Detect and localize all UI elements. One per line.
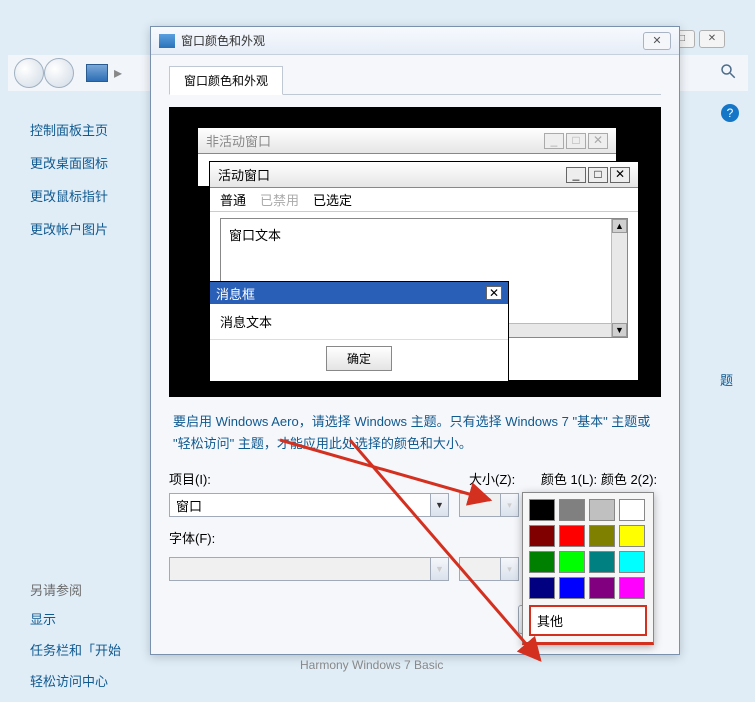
color-cell[interactable]	[619, 577, 645, 599]
preview-max-button: □	[566, 133, 586, 149]
sidebar-link-account-picture[interactable]: 更改帐户图片	[30, 219, 130, 238]
see-also-header: 另请参阅	[30, 580, 140, 599]
other-colors-button[interactable]: 其他	[529, 605, 647, 636]
color-cell[interactable]	[529, 551, 555, 573]
breadcrumb-separator: ▸	[114, 63, 122, 83]
inactive-title-text: 非活动窗口	[206, 131, 271, 150]
color-cell[interactable]	[529, 499, 555, 521]
back-button[interactable]	[14, 58, 44, 88]
preview-message-box: 消息框 ✕ 消息文本 确定	[209, 281, 509, 382]
preview-area: 非活动窗口 _ □ ✕ 活动窗口 _ □ ✕ 普通 已禁用	[169, 107, 661, 397]
color-cell[interactable]	[619, 499, 645, 521]
preview-min-button: _	[544, 133, 564, 149]
color-cell[interactable]	[619, 551, 645, 573]
see-also: 另请参阅 显示 任务栏和「开始 轻松访问中心	[30, 580, 140, 702]
color-cell[interactable]	[619, 525, 645, 547]
color-cell[interactable]	[529, 577, 555, 599]
dialog-icon	[159, 34, 175, 48]
dialog-title: 窗口颜色和外观	[181, 32, 643, 49]
size-label: 大小(Z):	[469, 469, 539, 488]
color-cell[interactable]	[559, 577, 585, 599]
preview-menu-bar: 普通 已禁用 已选定	[210, 188, 638, 212]
preview-max-button: □	[588, 167, 608, 183]
forward-button[interactable]	[44, 58, 74, 88]
item-combo[interactable]: 窗口 ▼	[169, 493, 449, 517]
color-cell[interactable]	[589, 499, 615, 521]
help-icon[interactable]: ?	[721, 104, 739, 122]
bg-close-button[interactable]: ✕	[699, 30, 725, 48]
see-also-ease-of-access[interactable]: 轻松访问中心	[30, 671, 140, 690]
msgbox-title: 消息框	[216, 284, 255, 303]
dialog-titlebar[interactable]: 窗口颜色和外观 ✕	[151, 27, 679, 55]
color-picker-popup: 其他	[522, 492, 654, 645]
color1-label: 颜色 1(L):	[539, 469, 599, 488]
chevron-down-icon: ▼	[430, 494, 448, 516]
search-icon[interactable]	[719, 62, 739, 82]
preview-close-button: ✕	[610, 167, 630, 183]
color-cell[interactable]	[559, 525, 585, 547]
font-size-spinner: ▾	[459, 557, 519, 581]
sidebar-home-link[interactable]: 控制面板主页	[30, 120, 130, 139]
msgbox-ok-button: 确定	[326, 346, 392, 371]
tab-appearance[interactable]: 窗口颜色和外观	[169, 66, 283, 95]
item-combo-value: 窗口	[176, 496, 202, 515]
see-also-display[interactable]: 显示	[30, 609, 140, 628]
msgbox-text: 消息文本	[210, 304, 508, 339]
size-spinner: ▾	[459, 493, 519, 517]
active-title-text: 活动窗口	[218, 165, 270, 184]
preview-window-text: 窗口文本	[229, 228, 281, 243]
dialog-close-button[interactable]: ✕	[643, 32, 671, 50]
item-label: 项目(I):	[169, 469, 469, 488]
tab-strip: 窗口颜色和外观	[169, 65, 661, 95]
sidebar-link-mouse-pointer[interactable]: 更改鼠标指针	[30, 186, 130, 205]
control-panel-icon	[86, 64, 108, 82]
description-text: 要启用 Windows Aero，请选择 Windows 主题。只有选择 Win…	[173, 411, 657, 455]
color-cell[interactable]	[559, 551, 585, 573]
menu-normal: 普通	[220, 190, 246, 209]
preview-vscrollbar: ▲▼	[611, 219, 627, 337]
color-cell[interactable]	[589, 551, 615, 573]
color-cell[interactable]	[589, 525, 615, 547]
spinner-arrows-icon: ▾	[500, 494, 518, 516]
menu-selected: 已选定	[313, 190, 352, 209]
msgbox-close: ✕	[486, 286, 502, 300]
truncated-link[interactable]: 题	[720, 370, 733, 389]
preview-close-button: ✕	[588, 133, 608, 149]
sidebar-link-desktop-icons[interactable]: 更改桌面图标	[30, 153, 130, 172]
color-cell[interactable]	[559, 499, 585, 521]
color-cell[interactable]	[529, 525, 555, 547]
preview-min-button: _	[566, 167, 586, 183]
theme-names-text: Harmony Windows 7 Basic	[300, 658, 443, 672]
color2-label: 颜色 2(2):	[599, 469, 659, 488]
sidebar: 控制面板主页 更改桌面图标 更改鼠标指针 更改帐户图片	[30, 120, 130, 252]
color-cell[interactable]	[589, 577, 615, 599]
menu-disabled: 已禁用	[260, 190, 299, 209]
font-combo: ▼	[169, 557, 449, 581]
font-label: 字体(F):	[169, 528, 229, 547]
see-also-taskbar[interactable]: 任务栏和「开始	[30, 640, 140, 659]
